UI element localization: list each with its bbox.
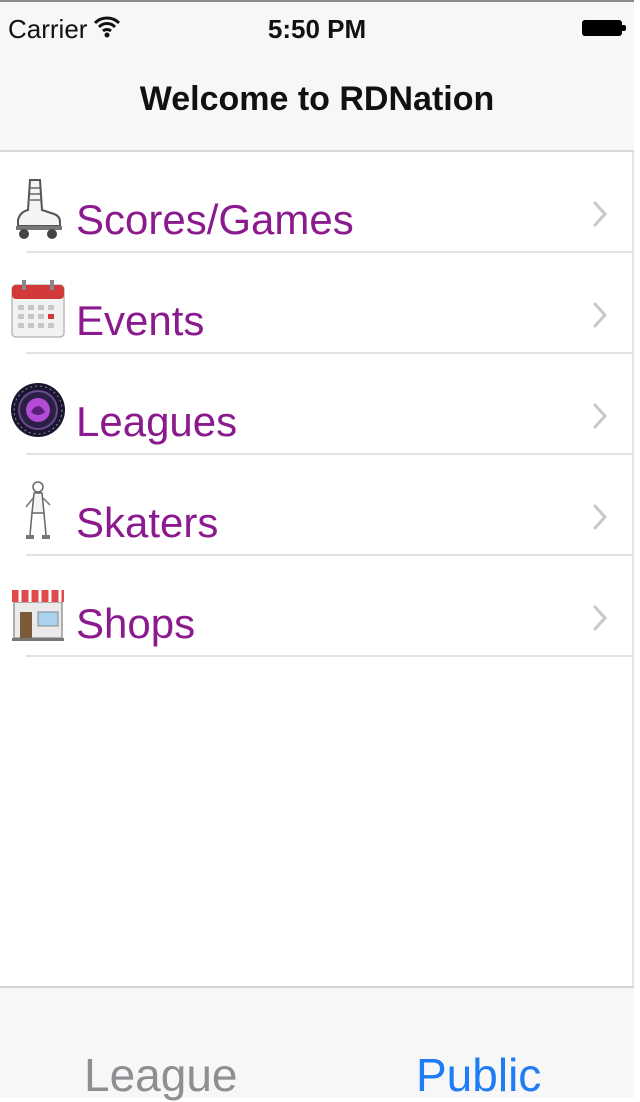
page-title: Welcome to RDNation (139, 80, 495, 118)
chevron-right-icon (593, 302, 608, 328)
app-screen: Carrier 5:50 PM Welcome to RDNation Scor… (0, 0, 634, 1101)
status-time: 5:50 PM (267, 14, 367, 44)
chevron-right-icon (593, 403, 608, 429)
menu-item-shops[interactable]: Shops (0, 556, 634, 657)
menu-item-label: Skaters (76, 499, 219, 546)
league-logo-icon (11, 383, 65, 437)
storefront-icon (12, 590, 64, 641)
menu-item-scores-games[interactable]: Scores/Games (0, 152, 634, 253)
menu-item-skaters[interactable]: Skaters (0, 455, 634, 556)
tab-bar: League Public (0, 986, 634, 1101)
skater-icon (25, 481, 51, 539)
menu-item-label: Leagues (76, 398, 238, 445)
chevron-right-icon (593, 605, 608, 631)
battery-icon (582, 20, 626, 36)
menu-item-leagues[interactable]: Leagues (0, 354, 634, 455)
roller-skate-icon (16, 179, 62, 239)
menu-item-label: Events (76, 297, 205, 344)
menu-item-label: Shops (76, 600, 196, 647)
menu-item-label: Scores/Games (76, 196, 354, 243)
calendar-icon (11, 280, 65, 338)
menu-list: Scores/Games Events Leagues Skaters Shop… (0, 152, 634, 657)
status-bar: Carrier 5:50 PM (0, 0, 634, 52)
menu-item-events[interactable]: Events (0, 253, 634, 354)
tab-league[interactable]: League (84, 1048, 238, 1102)
tab-public[interactable]: Public (416, 1048, 541, 1102)
chevron-right-icon (593, 504, 608, 530)
chevron-right-icon (593, 201, 608, 227)
navigation-bar: Welcome to RDNation (0, 50, 634, 152)
row-divider (26, 655, 634, 657)
